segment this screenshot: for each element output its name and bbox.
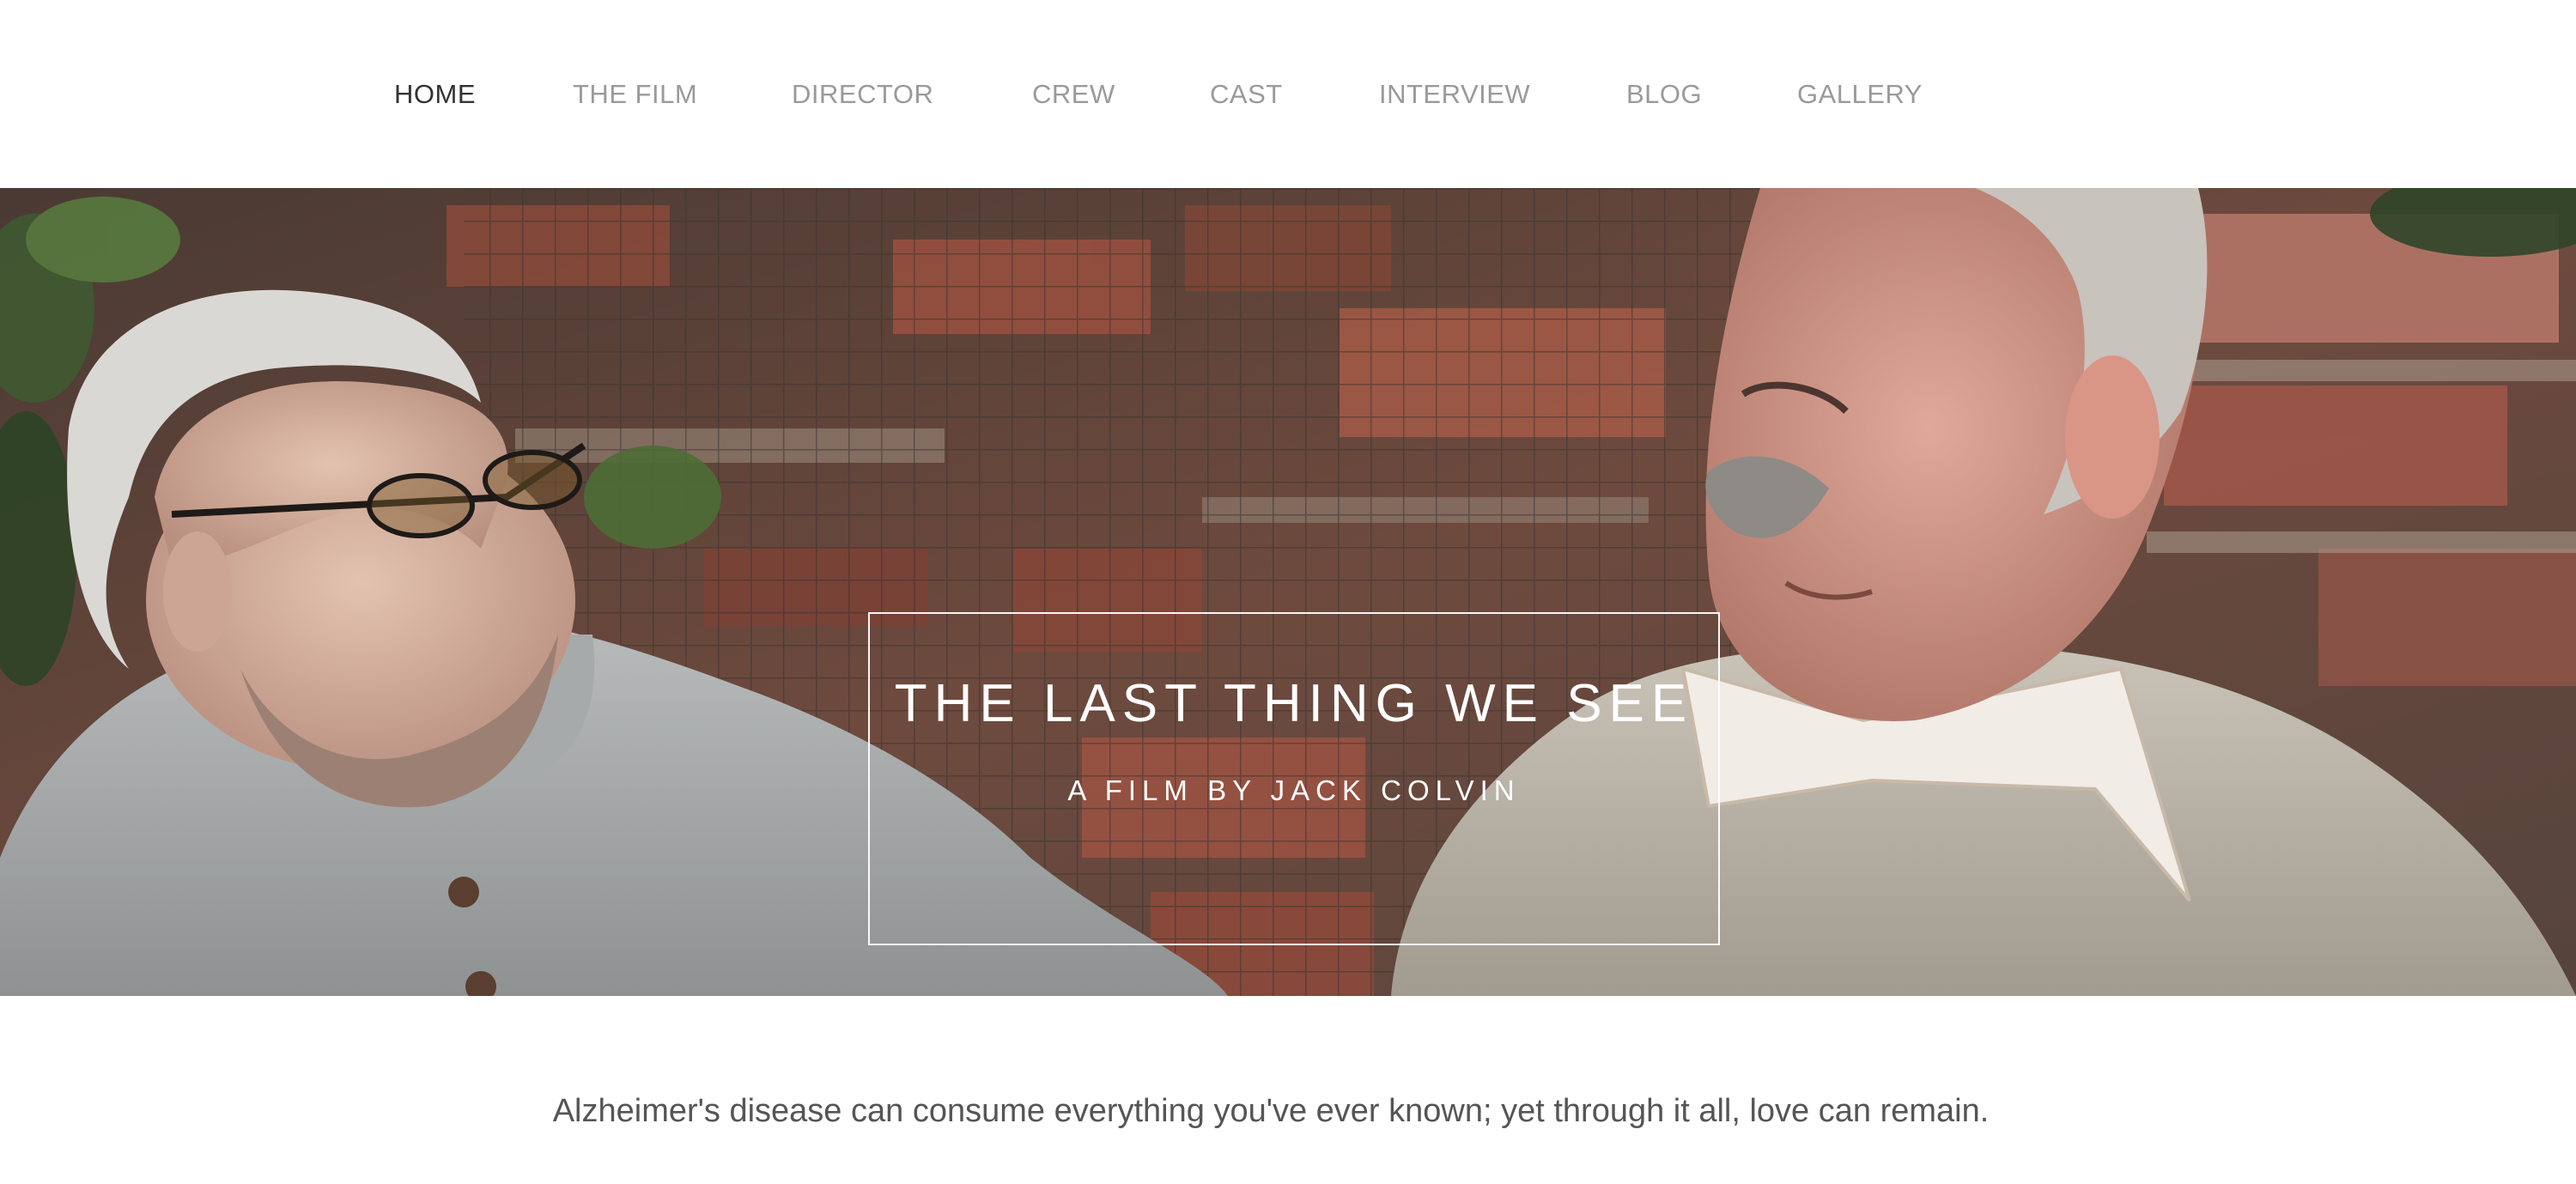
nav-the-film[interactable]: THE FILM (573, 72, 697, 117)
film-title: THE LAST THING WE SEE (894, 674, 1694, 733)
film-subtitle: A FILM BY JACK COLVIN (1067, 774, 1521, 806)
top-navigation-bar: HOME THE FILM DIRECTOR CREW CAST INTERVI… (0, 0, 2576, 188)
nav-interview[interactable]: INTERVIEW (1379, 72, 1530, 117)
title-frame: THE LAST THING WE SEE A FILM BY JACK COL… (868, 612, 1720, 945)
nav-cast[interactable]: CAST (1210, 72, 1283, 117)
nav-home[interactable]: HOME (394, 72, 476, 117)
nav-director[interactable]: DIRECTOR (792, 72, 933, 117)
main-menu: HOME THE FILM DIRECTOR CREW CAST INTERVI… (0, 0, 2576, 188)
hero-banner: THE LAST THING WE SEE A FILM BY JACK COL… (0, 188, 2576, 996)
nav-gallery[interactable]: GALLERY (1797, 72, 1923, 117)
nav-blog[interactable]: BLOG (1626, 72, 1702, 117)
nav-crew[interactable]: CREW (1032, 72, 1115, 117)
tagline: Alzheimer's disease can consume everythi… (552, 1093, 1990, 1129)
